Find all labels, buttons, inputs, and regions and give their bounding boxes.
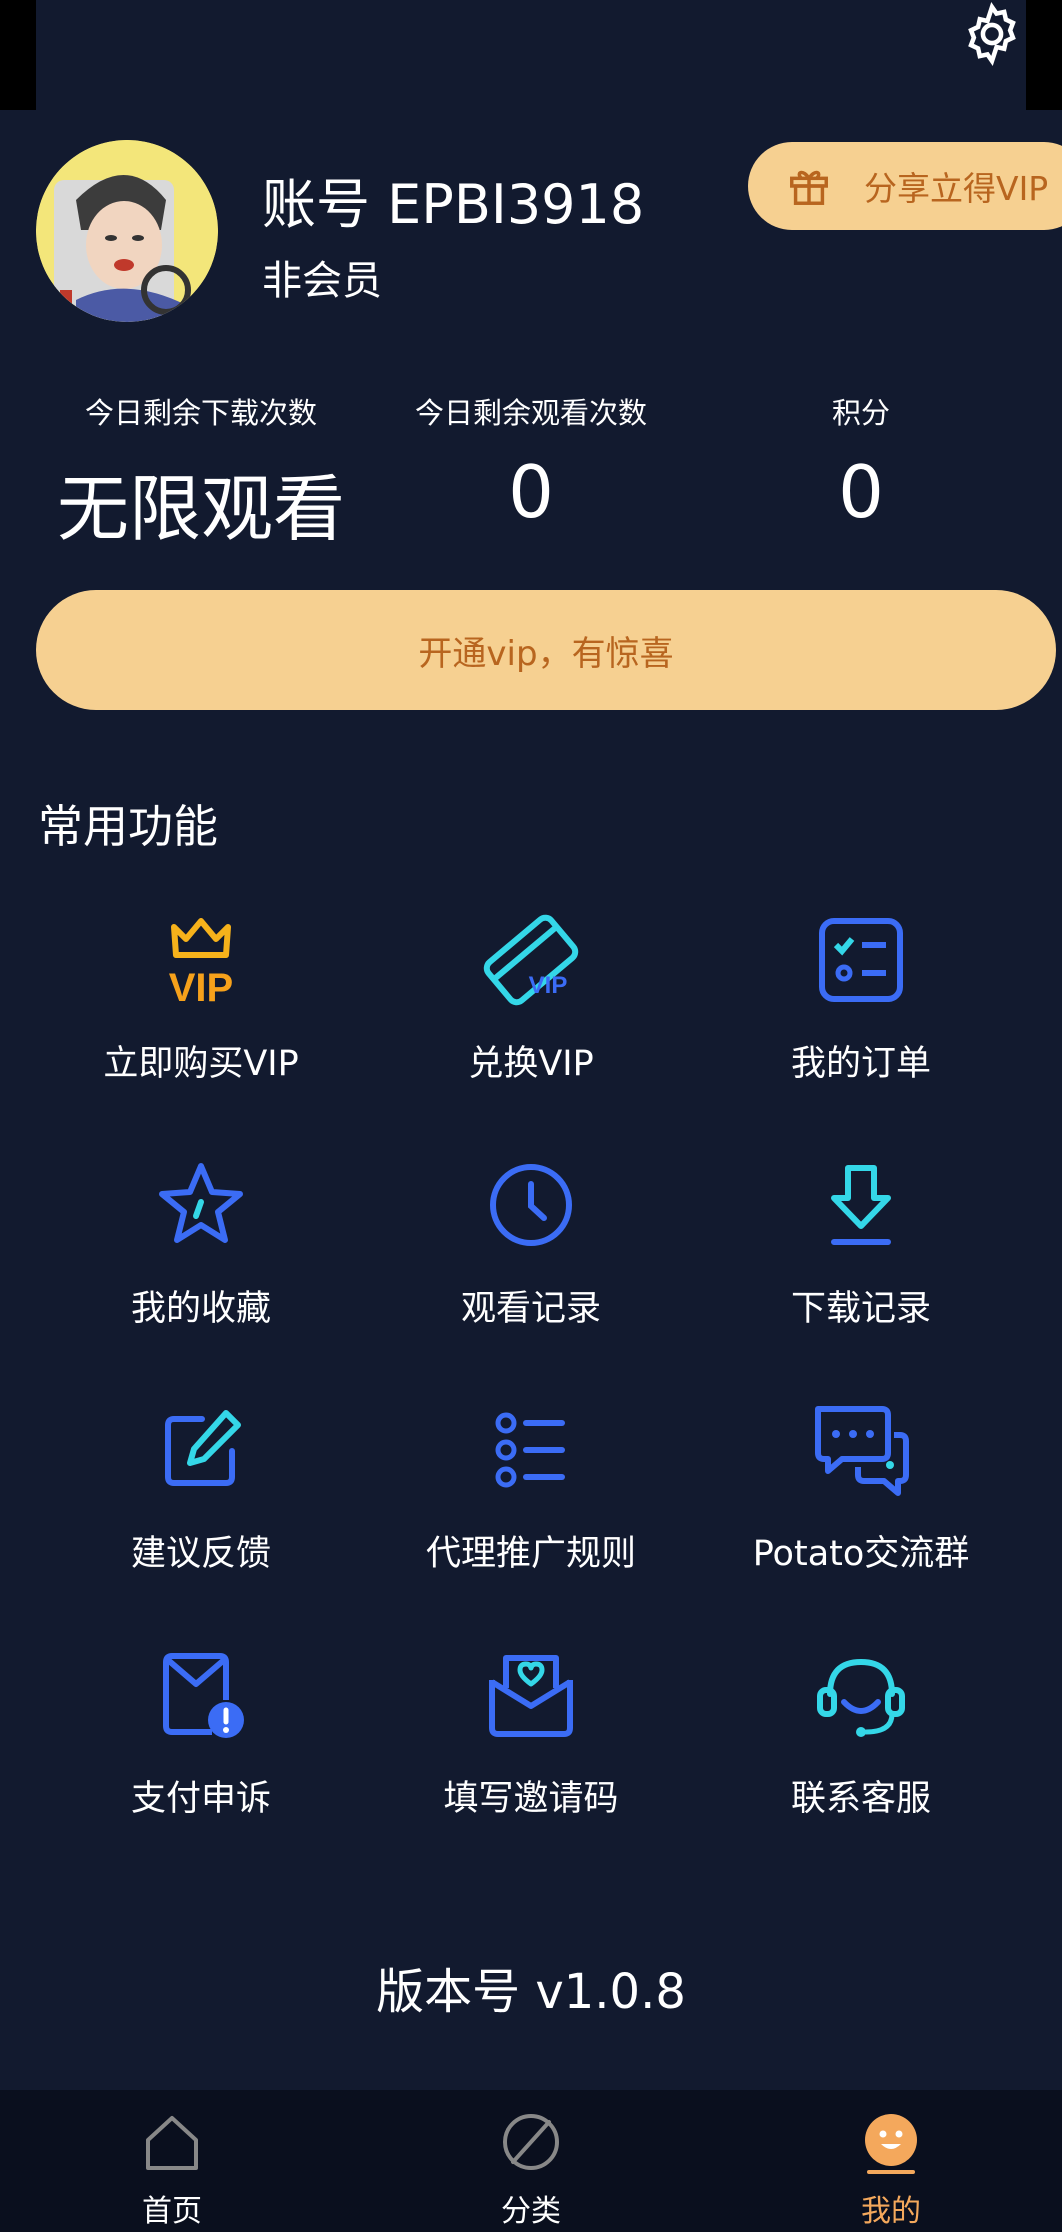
- feature-agent-rules[interactable]: 代理推广规则: [366, 1395, 696, 1605]
- status-bar-right: [1026, 0, 1062, 110]
- profile-smile-icon: [865, 2114, 917, 2174]
- stat-value: 0: [838, 450, 884, 534]
- feature-download-history[interactable]: 下载记录: [696, 1150, 1026, 1360]
- gift-icon: [790, 170, 828, 205]
- tab-home[interactable]: 首页: [72, 2110, 272, 2230]
- feature-favorites[interactable]: 我的收藏: [36, 1150, 366, 1360]
- share-vip-button[interactable]: 分享立得VIP: [748, 142, 1062, 230]
- vip-card-icon: VIP: [483, 914, 579, 1006]
- feature-invite-code[interactable]: 填写邀请码: [366, 1640, 696, 1850]
- stat-views: 今日剩余观看次数 0: [366, 390, 696, 534]
- feature-watch-history[interactable]: 观看记录: [366, 1150, 696, 1360]
- feature-label: 观看记录: [460, 1289, 601, 1329]
- open-vip-button[interactable]: 开通vip，有惊喜: [36, 590, 1056, 710]
- stat-points: 积分 0: [696, 390, 1026, 534]
- stat-label: 积分: [831, 396, 890, 430]
- tab-label: 首页: [142, 2194, 202, 2229]
- feature-redeem-vip[interactable]: VIP 兑换VIP: [366, 905, 696, 1115]
- feature-label: 支付申诉: [130, 1779, 271, 1819]
- svg-text:VIP: VIP: [529, 972, 568, 999]
- tab-mine[interactable]: 我的: [791, 2110, 991, 2230]
- share-vip-label: 分享立得VIP: [864, 169, 1049, 208]
- feature-payment-appeal[interactable]: 支付申诉: [36, 1640, 366, 1850]
- feature-label: Potato交流群: [752, 1534, 970, 1574]
- open-vip-label: 开通vip，有惊喜: [418, 633, 674, 674]
- mail-alert-icon: [163, 1653, 244, 1738]
- feature-label: 下载记录: [790, 1289, 931, 1329]
- feature-label: 联系客服: [790, 1779, 931, 1819]
- feature-label: 立即购买VIP: [103, 1044, 299, 1084]
- status-bar-left: [0, 0, 36, 110]
- compass-icon: [503, 2114, 559, 2170]
- clock-icon: [490, 1164, 572, 1246]
- avatar[interactable]: [36, 140, 218, 322]
- section-title: 常用功能: [38, 800, 219, 853]
- feature-label: 建议反馈: [130, 1534, 271, 1574]
- svg-text:VIP: VIP: [169, 966, 233, 1010]
- feature-feedback[interactable]: 建议反馈: [36, 1395, 366, 1605]
- stat-downloads: 今日剩余下载次数 无限观看: [36, 390, 366, 555]
- home-icon: [146, 2116, 198, 2170]
- heart-envelope-icon: [489, 1655, 573, 1737]
- stat-label: 今日剩余观看次数: [414, 396, 647, 430]
- feature-potato-group[interactable]: Potato交流群: [696, 1395, 1026, 1605]
- stat-label: 今日剩余下载次数: [84, 396, 317, 430]
- stat-value: 0: [508, 450, 554, 534]
- download-icon: [831, 1165, 891, 1245]
- feature-label: 代理推广规则: [425, 1534, 636, 1574]
- crown-vip-icon: VIP: [169, 918, 233, 1010]
- feature-customer-service[interactable]: 联系客服: [696, 1640, 1026, 1850]
- tab-category[interactable]: 分类: [431, 2110, 631, 2230]
- order-list-icon: [819, 918, 903, 1002]
- gear-icon[interactable]: [958, 0, 1026, 68]
- list-icon: [495, 1412, 565, 1488]
- version-label: 版本号 v1.0.8: [376, 1964, 686, 2020]
- feature-orders[interactable]: 我的订单: [696, 905, 1026, 1115]
- feature-label: 我的收藏: [130, 1289, 271, 1329]
- stat-value: 无限观看: [56, 467, 345, 551]
- edit-pencil-icon: [165, 1410, 241, 1486]
- star-icon: [159, 1163, 243, 1243]
- tab-label: 我的: [861, 2194, 921, 2229]
- chat-bubbles-icon: [815, 1406, 909, 1496]
- account-title: 账号 EPBI3918: [262, 173, 645, 236]
- feature-label: 我的订单: [790, 1044, 931, 1084]
- member-status: 非会员: [262, 258, 382, 304]
- feature-label: 兑换VIP: [468, 1044, 594, 1084]
- bottom-tab-bar: 首页 分类 我的: [0, 2090, 1062, 2232]
- feature-label: 填写邀请码: [443, 1779, 619, 1819]
- headset-icon: [817, 1658, 905, 1737]
- tab-label: 分类: [501, 2194, 561, 2229]
- feature-buy-vip[interactable]: VIP 立即购买VIP: [36, 905, 366, 1115]
